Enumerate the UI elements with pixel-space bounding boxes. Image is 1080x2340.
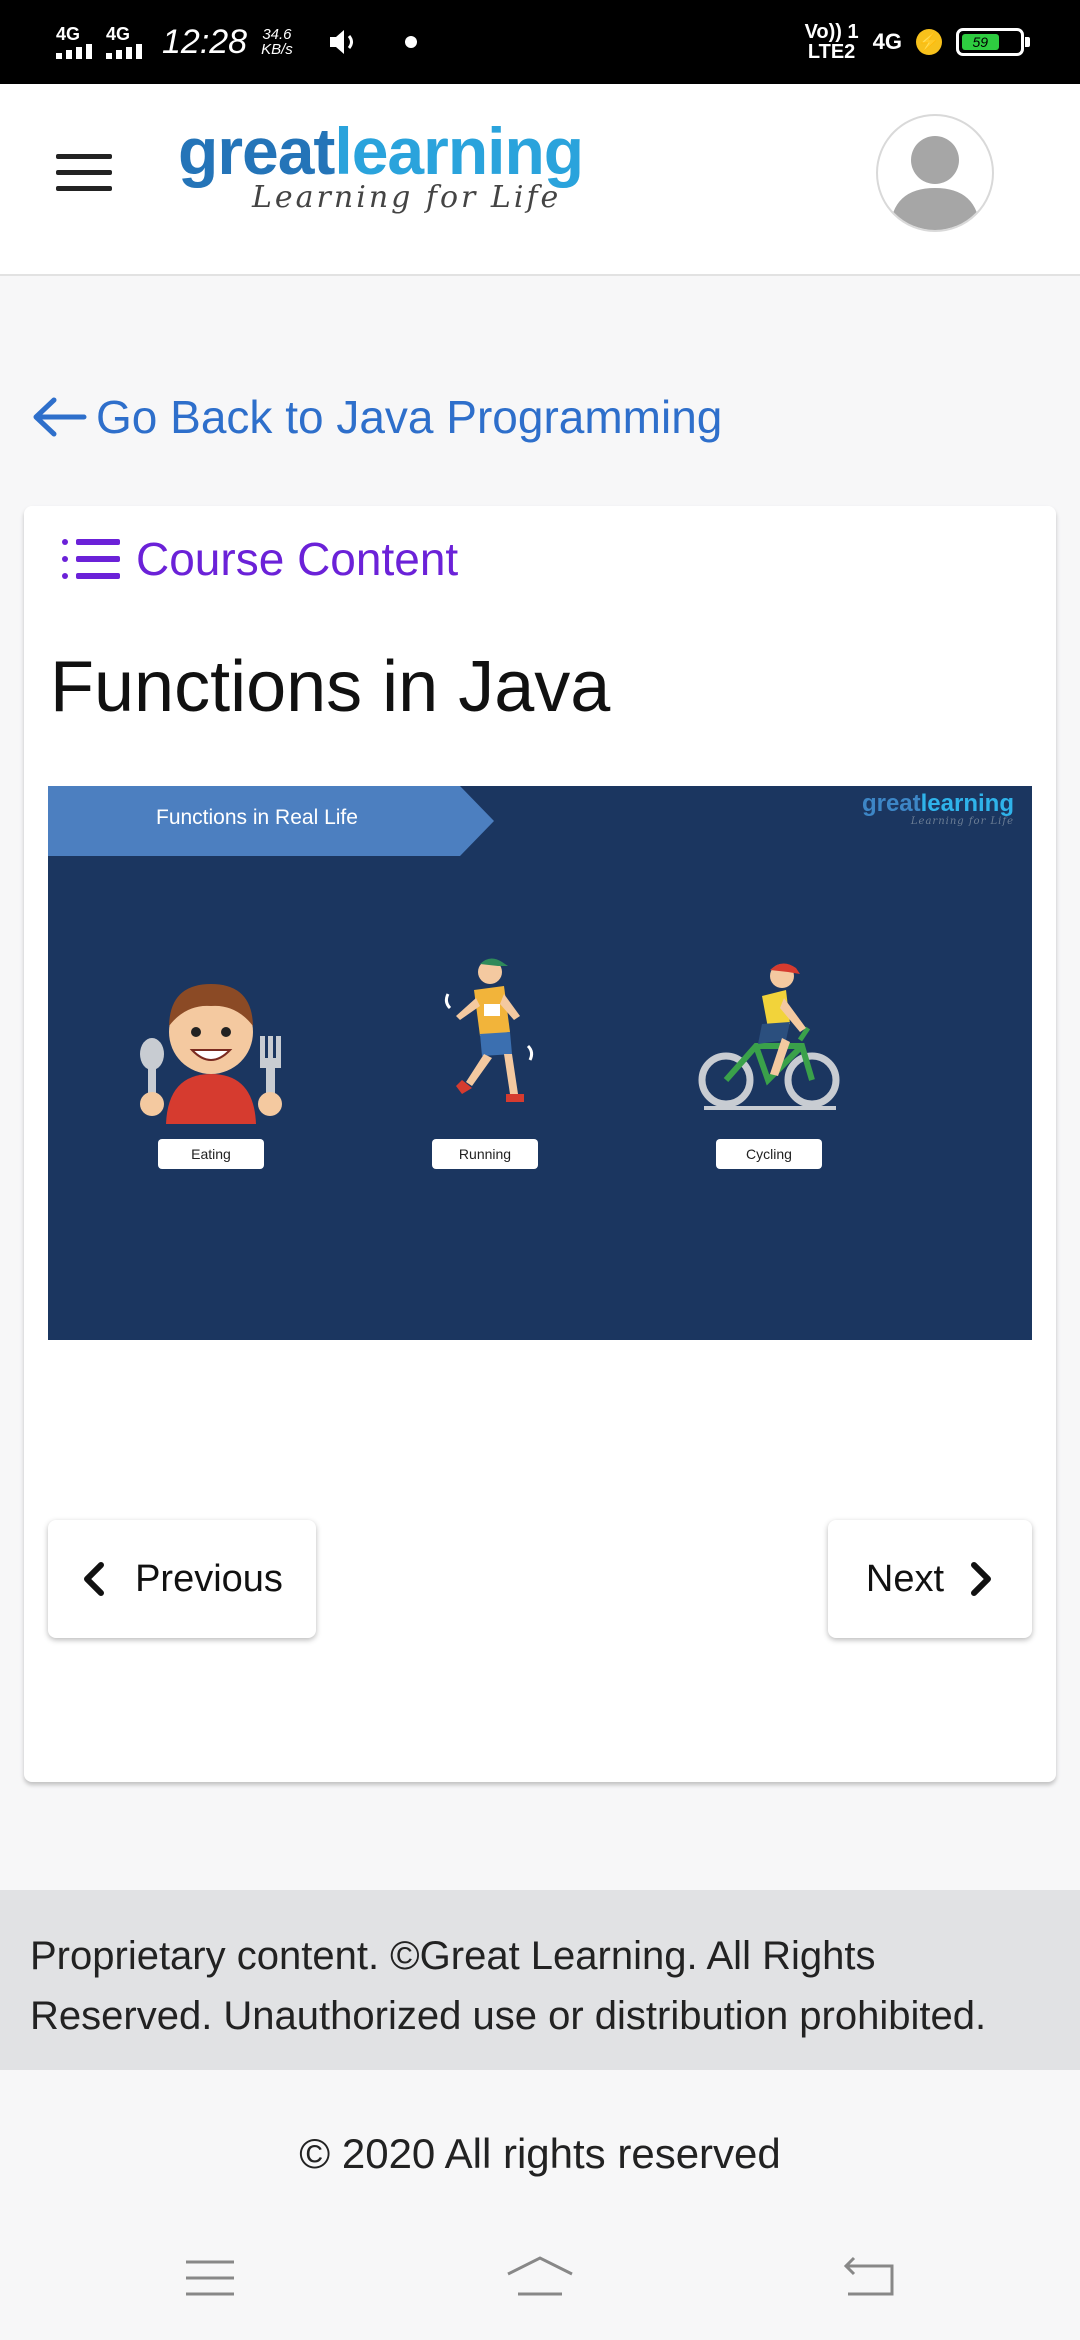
course-content-link[interactable]: Course Content xyxy=(60,532,458,586)
clock: 12:28 xyxy=(162,22,248,61)
logo-wordmark: greatlearning xyxy=(178,118,584,184)
system-navigation-bar xyxy=(0,2240,1080,2340)
signal-1: 4G xyxy=(56,25,92,59)
slide-logo-tagline: Learning for Life xyxy=(910,816,1014,827)
speed-unit: KB/s xyxy=(261,41,293,58)
figure-running: Running xyxy=(400,954,570,1169)
signal-1-label: 4G xyxy=(56,24,81,44)
volte-label: Vo)) 1 xyxy=(804,21,859,43)
status-left: 4G 4G 12:28 34.6 KB/s xyxy=(56,23,417,62)
slide-logo: greatlearning Learning for Life xyxy=(862,792,1014,828)
figure-eating: Eating xyxy=(126,954,296,1169)
user-icon xyxy=(890,136,980,230)
great-learning-logo[interactable]: greatlearning Learning for Life xyxy=(178,118,584,215)
logo-tagline: Learning for Life xyxy=(252,180,562,215)
signal-bars-icon xyxy=(106,43,142,59)
back-icon[interactable] xyxy=(840,2254,900,2302)
back-link-label: Go Back to Java Programming xyxy=(96,391,723,443)
arrow-left-icon xyxy=(33,397,87,437)
recent-apps-icon[interactable] xyxy=(182,2254,238,2302)
signal-bars-icon xyxy=(56,43,92,59)
slide-logo-wordmark: greatlearning xyxy=(862,792,1014,816)
signal-2: 4G xyxy=(106,25,142,59)
signal-2-label: 4G xyxy=(106,24,131,44)
chevron-right-icon xyxy=(971,1562,992,1596)
lesson-card: Course Content Functions in Java Functio… xyxy=(24,506,1056,1782)
status-bar: 4G 4G 12:28 34.6 KB/s Vo)) 1 LTE2 4G ⚡ 5… xyxy=(0,0,1080,84)
eating-person-icon xyxy=(140,984,282,1124)
figure-label: Eating xyxy=(158,1139,264,1169)
notification-dot-icon xyxy=(404,36,417,48)
previous-button[interactable]: Previous xyxy=(48,1520,316,1638)
copyright-text: © 2020 All rights reserved xyxy=(299,2130,781,2177)
running-person-icon xyxy=(444,958,534,1102)
speed-value: 34.6 xyxy=(262,26,292,43)
figure-label: Cycling xyxy=(716,1139,822,1169)
figure-cycling: Cycling xyxy=(684,954,854,1169)
battery-level: 59 xyxy=(962,34,999,50)
logo-part-great: great xyxy=(178,114,335,188)
slide-logo-learning: learning xyxy=(920,790,1014,817)
status-right: Vo)) 1 LTE2 4G ⚡ 59 xyxy=(805,22,1030,62)
volume-icon xyxy=(329,30,353,54)
home-icon[interactable] xyxy=(504,2254,576,2302)
chevron-left-icon xyxy=(84,1562,105,1596)
slide-logo-great: great xyxy=(861,790,921,817)
logo-part-learning: learning xyxy=(334,114,584,188)
charging-icon: ⚡ xyxy=(916,29,942,55)
previous-button-label: Previous xyxy=(135,1557,283,1600)
battery-icon: 59 xyxy=(956,28,1030,56)
app-header: greatlearning Learning for Life xyxy=(0,84,1080,276)
course-content-label: Course Content xyxy=(136,533,459,585)
proprietary-notice: Proprietary content. ©Great Learning. Al… xyxy=(0,1890,1080,2070)
volte-indicator: Vo)) 1 LTE2 xyxy=(805,22,859,62)
back-to-course-link[interactable]: Go Back to Java Programming xyxy=(32,390,722,444)
next-button-label: Next xyxy=(865,1557,945,1600)
slide-banner-title: Functions in Real Life xyxy=(156,806,358,829)
next-button[interactable]: Next xyxy=(828,1520,1032,1638)
lte-label: LTE2 xyxy=(807,41,856,63)
lesson-title: Functions in Java xyxy=(50,647,611,727)
network-type: 4G xyxy=(872,29,902,54)
avatar[interactable] xyxy=(876,114,994,232)
cycling-person-icon xyxy=(698,963,840,1110)
lesson-slide-image: Functions in Real Life greatlearning Lea… xyxy=(48,786,1032,1340)
figure-label: Running xyxy=(432,1139,538,1169)
list-icon xyxy=(62,539,120,579)
menu-icon[interactable] xyxy=(56,154,112,194)
network-speed: 34.6 KB/s xyxy=(261,27,293,57)
